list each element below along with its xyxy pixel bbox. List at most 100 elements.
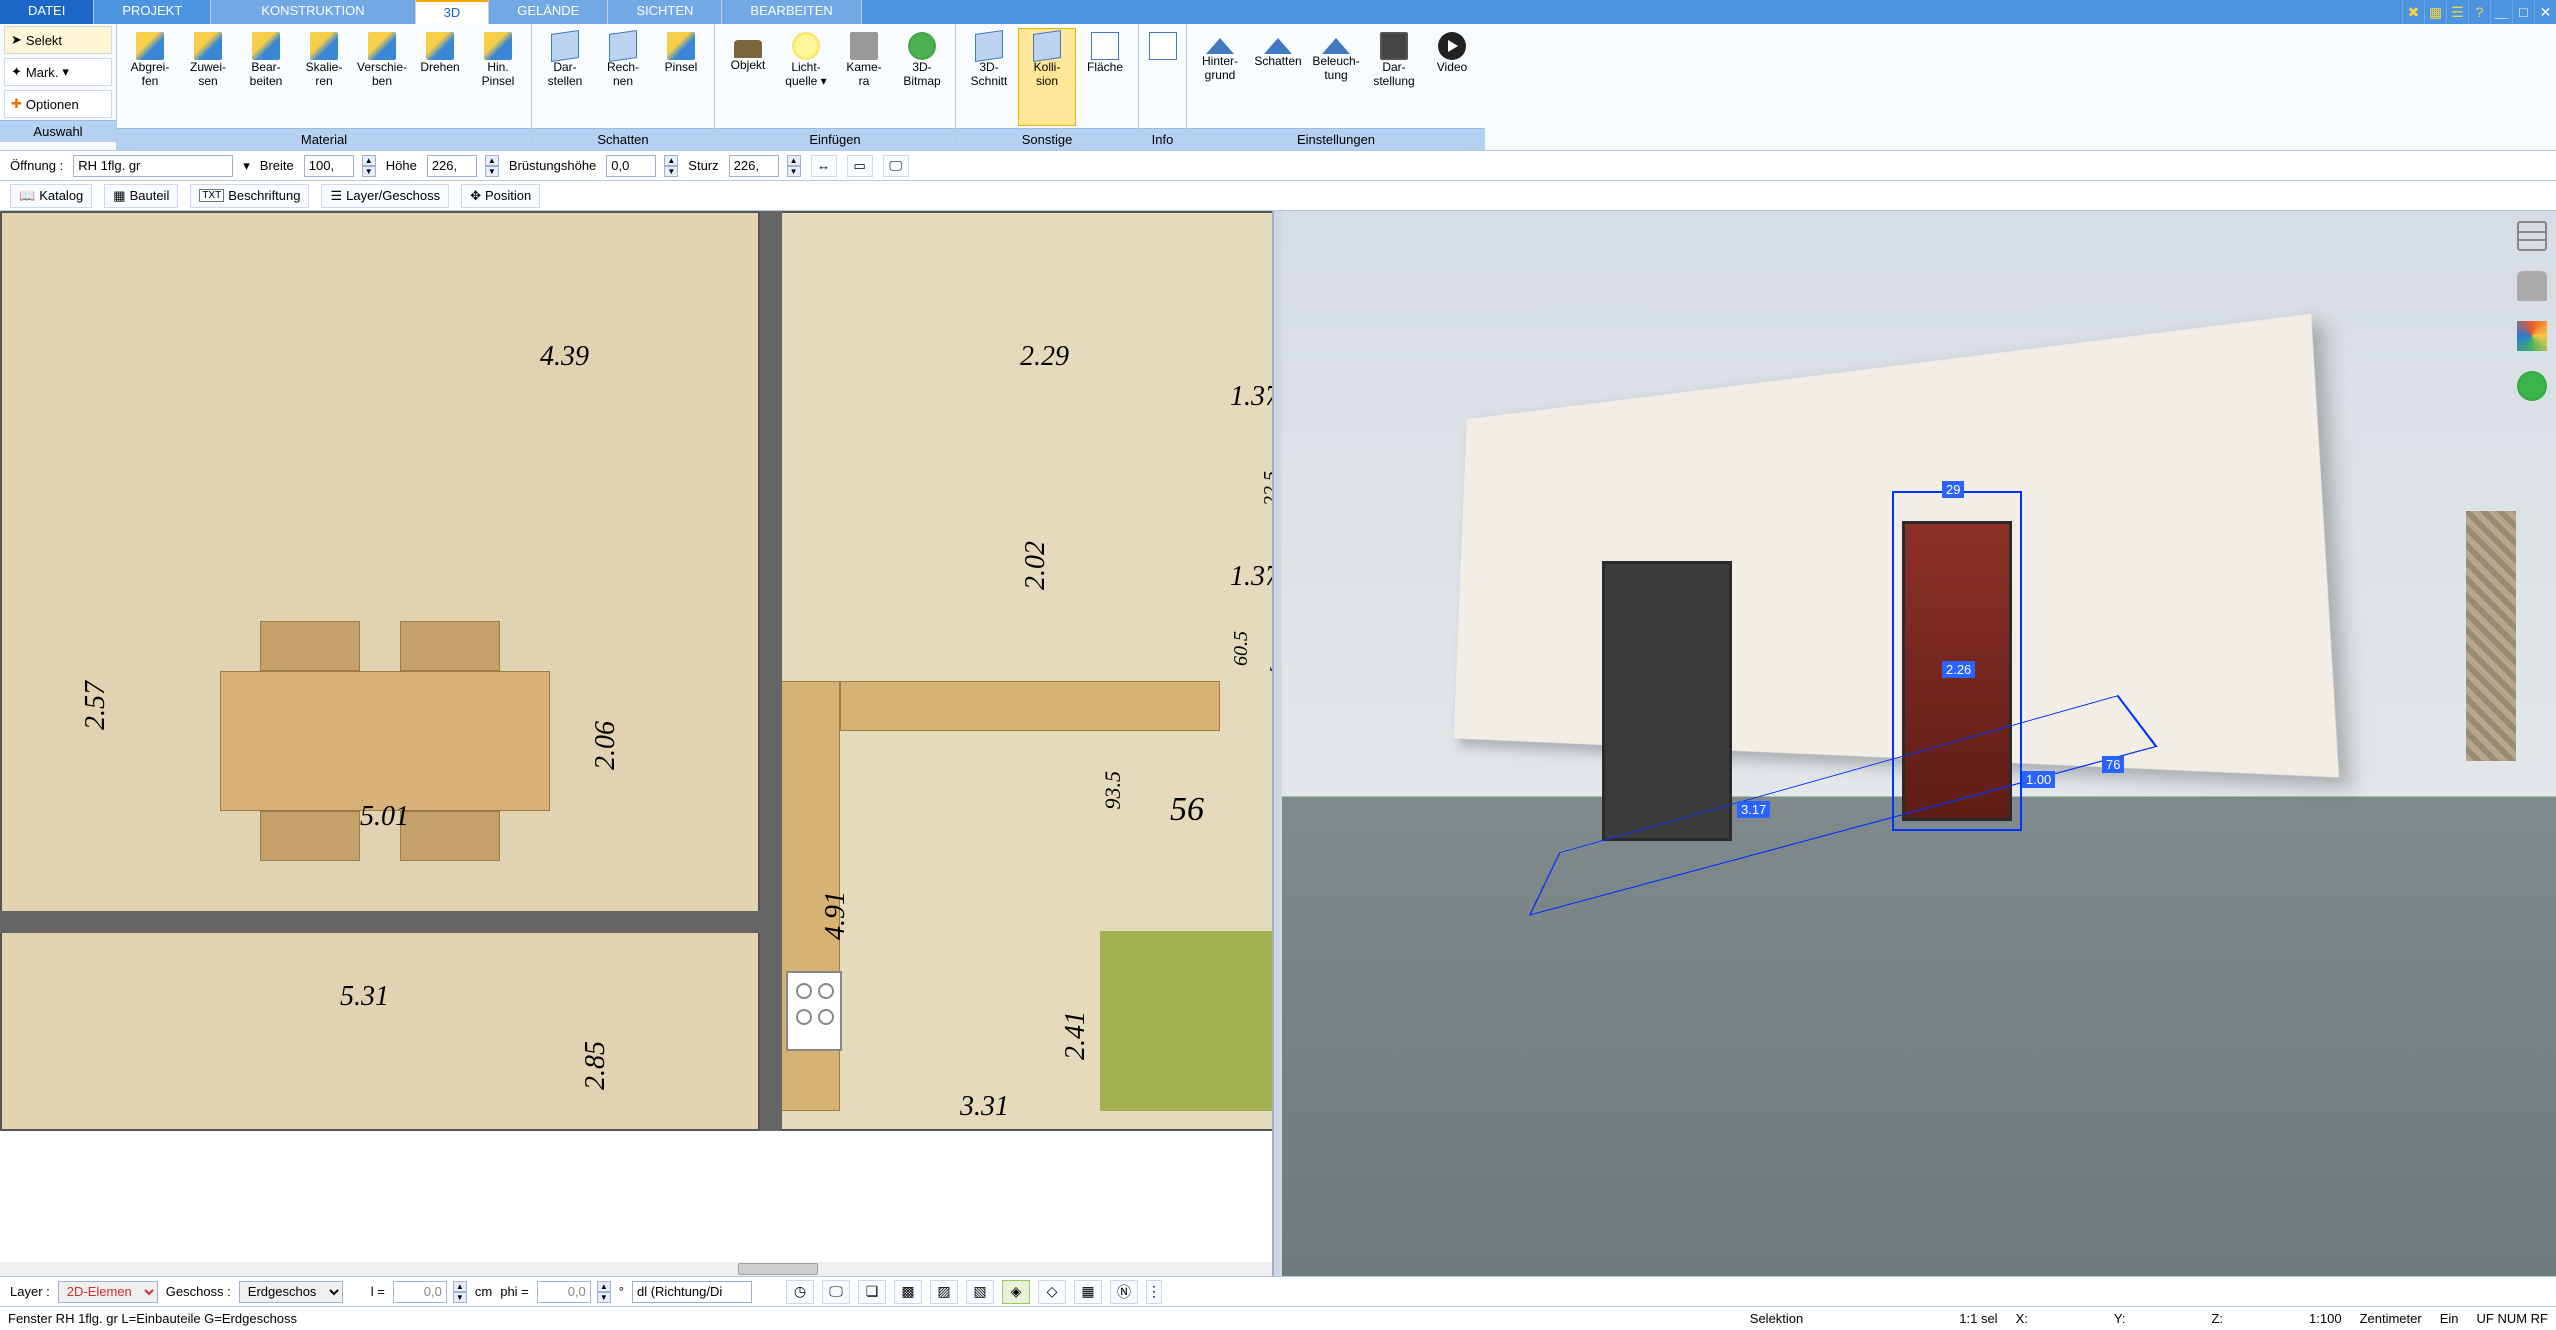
minimize-button[interactable]: ＿ (2490, 0, 2512, 24)
tab-3d[interactable]: 3D (416, 0, 490, 24)
ribbon-material-2[interactable]: Bear-beiten (237, 28, 295, 126)
info-button[interactable] (1143, 28, 1182, 126)
mark-label: Mark. (26, 65, 59, 80)
palette-icon[interactable] (2517, 321, 2547, 351)
cursor-icon: ➤ (11, 32, 22, 48)
phi-down[interactable]: ▼ (597, 1292, 611, 1303)
more-icon[interactable]: ⋮ (1146, 1280, 1162, 1304)
horizontal-scrollbar[interactable] (0, 1262, 1272, 1276)
square-icon[interactable]: ▭ (847, 155, 873, 177)
view-splitter[interactable] (1274, 211, 1282, 1276)
lintel-up[interactable]: ▲ (787, 155, 801, 166)
clock-icon[interactable]: ◷ (786, 1280, 814, 1304)
ribbon-material-0[interactable]: Abgrei-fen (121, 28, 179, 126)
dim-d: 22.5 (1260, 471, 1274, 506)
sill-input[interactable] (606, 155, 656, 177)
options-button[interactable]: ✚ Optionen (4, 90, 112, 118)
height-down[interactable]: ▼ (485, 166, 499, 177)
phi-up[interactable]: ▲ (597, 1281, 611, 1292)
dim3d-c: 2.26 (1942, 661, 1975, 678)
height-input[interactable] (427, 155, 477, 177)
stack-icon[interactable]: ❏ (858, 1280, 886, 1304)
tree-icon[interactable] (2517, 371, 2547, 401)
ribbon-label: Schnitt (971, 74, 1008, 88)
ribbon-sonstige-2[interactable]: Fläche (1076, 28, 1134, 126)
tab-datei[interactable]: DATEI (0, 0, 94, 24)
ribbon-einstellungen-4[interactable]: Video (1423, 28, 1481, 126)
tool-icon-2[interactable]: ▦ (2424, 0, 2446, 24)
width-input[interactable] (304, 155, 354, 177)
floor-select[interactable]: Erdgeschos (239, 1281, 343, 1303)
layer-geschoss-button[interactable]: ☰Layer/Geschoss (321, 184, 449, 208)
ribbon-sonstige-1[interactable]: Kolli-sion (1018, 28, 1076, 126)
lintel-input[interactable] (729, 155, 779, 177)
tool-icon-1[interactable]: ✖ (2402, 0, 2424, 24)
position-label: Position (485, 188, 531, 203)
ribbon-einfügen-2[interactable]: Kame-ra (835, 28, 893, 126)
ribbon-schatten-2[interactable]: Pinsel (652, 28, 710, 126)
ribbon-material-1[interactable]: Zuwei-sen (179, 28, 237, 126)
colorstack-icon[interactable]: ▩ (894, 1280, 922, 1304)
stove (786, 971, 842, 1051)
tab-gelaende[interactable]: GELÄNDE (489, 0, 608, 24)
grid-icon[interactable]: ▦ (1074, 1280, 1102, 1304)
ribbon-material-5[interactable]: Drehen (411, 28, 469, 126)
ribbon-material-4[interactable]: Verschie-ben (353, 28, 411, 126)
tab-projekt[interactable]: PROJEKT (94, 0, 211, 24)
north-icon[interactable]: Ⓝ (1110, 1280, 1138, 1304)
hatch1-icon[interactable]: ▨ (930, 1280, 958, 1304)
sill-down[interactable]: ▼ (664, 166, 678, 177)
ribbon-schatten-1[interactable]: Rech-nen (594, 28, 652, 126)
l-up[interactable]: ▲ (453, 1281, 467, 1292)
ribbon-sonstige-0[interactable]: 3D-Schnitt (960, 28, 1018, 126)
ribbon-einstellungen-1[interactable]: Schatten (1249, 28, 1307, 126)
hflip-icon[interactable]: ↔ (811, 155, 837, 177)
position-button[interactable]: ✥Position (461, 184, 540, 208)
chevron-down-icon[interactable]: ▾ (243, 158, 250, 174)
width-down[interactable]: ▼ (362, 166, 376, 177)
phi-input[interactable] (537, 1281, 591, 1303)
opening-select[interactable] (73, 155, 233, 177)
ribbon-einstellungen-2[interactable]: Beleuch-tung (1307, 28, 1365, 126)
tab-konstruktion[interactable]: KONSTRUKTION (211, 0, 415, 24)
ribbon-einfügen-1[interactable]: Licht-quelle ▾ (777, 28, 835, 126)
furniture-icon[interactable] (2517, 271, 2547, 301)
screen-icon[interactable]: 🖵 (822, 1280, 850, 1304)
mark-button[interactable]: ✦ Mark. ▾ (4, 58, 112, 86)
paint-icon (252, 32, 280, 60)
monitor-icon[interactable]: 🖵 (883, 155, 909, 177)
chevron-down-icon: ▾ (62, 64, 69, 80)
ribbon-material-3[interactable]: Skalie-ren (295, 28, 353, 126)
hatch2-icon[interactable]: ▧ (966, 1280, 994, 1304)
layers-icon[interactable] (2517, 221, 2547, 251)
sill-up[interactable]: ▲ (664, 155, 678, 166)
tab-bearbeiten[interactable]: BEARBEITEN (722, 0, 861, 24)
select-button[interactable]: ➤ Selekt (4, 26, 112, 54)
ribbon-label: Dar- (553, 60, 576, 74)
katalog-button[interactable]: 📖Katalog (10, 184, 92, 208)
ribbon-schatten-0[interactable]: Dar-stellen (536, 28, 594, 126)
ribbon-einstellungen-0[interactable]: Hinter-grund (1191, 28, 1249, 126)
l-input[interactable] (393, 1281, 447, 1303)
ribbon-material-6[interactable]: Hin.Pinsel (469, 28, 527, 126)
help-icon[interactable]: ? (2468, 0, 2490, 24)
perspective-view-3d[interactable]: 3.17 1.00 2.26 29 76 (1282, 211, 2556, 1276)
layer-select[interactable]: 2D-Elemen (58, 1281, 158, 1303)
maximize-button[interactable]: □ (2512, 0, 2534, 24)
beschriftung-button[interactable]: TXTBeschriftung (190, 184, 309, 208)
ribbon-einfügen-3[interactable]: 3D-Bitmap (893, 28, 951, 126)
layer3d-icon[interactable]: ◈ (1002, 1280, 1030, 1304)
lintel-down[interactable]: ▼ (787, 166, 801, 177)
overlay-icon[interactable]: ◇ (1038, 1280, 1066, 1304)
plan-view-2d[interactable]: 4.39 2.29 1.37 22.5 1.37 60.5 37 2.02 5.… (0, 211, 1274, 1276)
l-down[interactable]: ▼ (453, 1292, 467, 1303)
width-up[interactable]: ▲ (362, 155, 376, 166)
ribbon-einfügen-0[interactable]: Objekt (719, 28, 777, 126)
direction-input[interactable] (632, 1281, 752, 1303)
height-up[interactable]: ▲ (485, 155, 499, 166)
close-button[interactable]: ✕ (2534, 0, 2556, 24)
bauteil-button[interactable]: ▦Bauteil (104, 184, 178, 208)
tool-icon-3[interactable]: ☰ (2446, 0, 2468, 24)
tab-sichten[interactable]: SICHTEN (608, 0, 722, 24)
ribbon-einstellungen-3[interactable]: Dar-stellung (1365, 28, 1423, 126)
